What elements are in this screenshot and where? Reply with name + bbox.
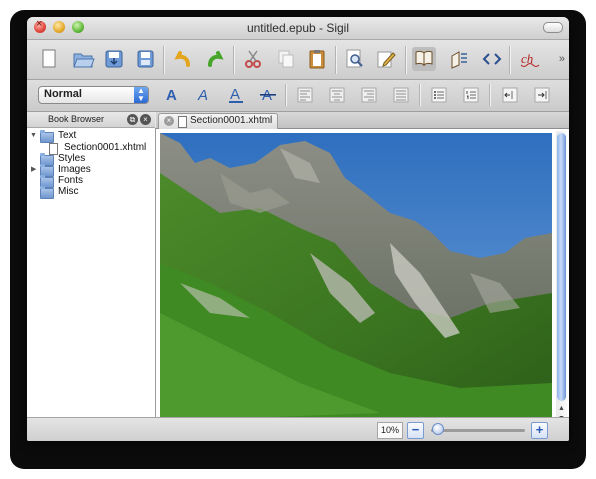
spellcheck-icon[interactable]: ch	[518, 48, 542, 70]
sigil-window: untitled.epub - Sigil	[27, 17, 569, 441]
book-icon[interactable]	[412, 47, 436, 71]
align-justify-icon[interactable]	[391, 86, 411, 104]
zoom-slider-track[interactable]	[431, 429, 525, 432]
save-as-icon[interactable]	[133, 48, 157, 70]
close-panel-icon[interactable]: ×	[140, 114, 151, 125]
disclosure-expanded-icon[interactable]: ▼	[30, 130, 37, 142]
code-brackets-icon[interactable]	[480, 48, 504, 70]
vertical-scroll-thumb[interactable]	[557, 133, 566, 401]
svg-text:A: A	[197, 87, 208, 104]
tree-item-text[interactable]: ▼ Text	[27, 130, 155, 143]
undock-icon[interactable]: ⧉	[127, 114, 138, 125]
zoom-slider-knob[interactable]	[432, 423, 445, 435]
zoom-level: 10%	[377, 422, 403, 439]
toolbar-separator	[335, 46, 336, 74]
align-left-icon[interactable]	[295, 86, 315, 104]
split-view-icon[interactable]	[447, 48, 471, 70]
toolbar-separator	[285, 84, 286, 106]
heading-style-select[interactable]: Normal ▲ ▼	[38, 86, 149, 104]
vertical-scrollbar[interactable]: ▲ ▼	[556, 131, 567, 431]
tab-section0001[interactable]: × Section0001.xhtml	[158, 113, 278, 129]
zoom-in-button[interactable]: +	[531, 422, 548, 439]
save-icon[interactable]	[102, 48, 126, 70]
scroll-up-icon[interactable]: ▲	[558, 405, 565, 412]
window-title: untitled.epub - Sigil	[246, 21, 350, 35]
xhtml-file-icon	[178, 116, 187, 128]
tree-item-misc[interactable]: Misc	[27, 186, 155, 199]
toolbar-separator	[419, 84, 420, 106]
heading-style-value: Normal	[44, 88, 82, 100]
strikethrough-icon[interactable]: A	[258, 86, 278, 104]
tree-item-label: Text	[58, 130, 77, 141]
tree-item-label: Misc	[58, 186, 79, 197]
bold-icon[interactable]: A	[162, 86, 182, 104]
redo-icon[interactable]	[203, 48, 227, 70]
decrease-indent-icon[interactable]	[500, 86, 520, 104]
new-document-icon[interactable]	[37, 48, 61, 70]
italic-icon[interactable]: A	[194, 86, 214, 104]
copy-icon[interactable]	[274, 48, 298, 70]
mountain-photo-image	[160, 133, 552, 421]
toolbar-overflow-button[interactable]: »	[559, 53, 565, 65]
title-bar[interactable]: untitled.epub - Sigil	[27, 17, 569, 40]
undo-icon[interactable]	[171, 48, 195, 70]
magnifier-icon[interactable]	[343, 48, 367, 70]
bullet-list-icon[interactable]	[429, 86, 449, 104]
toolbar-separator	[233, 46, 234, 74]
folder-icon	[40, 186, 54, 199]
align-right-icon[interactable]	[359, 86, 379, 104]
book-browser-tree: ▼ Text Section0001.xhtml Styles ▶ Images…	[27, 128, 156, 433]
close-tab-icon[interactable]: ×	[164, 116, 174, 126]
pencil-edit-icon[interactable]	[374, 48, 398, 70]
clipboard-icon[interactable]	[305, 48, 329, 70]
status-bar: 10% − +	[27, 417, 569, 441]
increase-indent-icon[interactable]	[532, 86, 552, 104]
svg-text:A: A	[166, 87, 177, 104]
scissors-icon[interactable]	[241, 48, 265, 70]
chevron-updown-icon: ▲ ▼	[134, 87, 148, 103]
main-toolbar: ch »	[27, 40, 569, 80]
numbered-list-icon[interactable]	[461, 86, 481, 104]
toolbar-separator	[509, 46, 510, 74]
tab-strip: × Section0001.xhtml	[156, 112, 569, 129]
format-toolbar: Normal ▲▼ A A A A	[27, 80, 569, 112]
book-browser-title: Book Browser	[48, 114, 105, 124]
open-folder-icon[interactable]	[71, 48, 95, 70]
toolbar-toggle-button[interactable]	[543, 22, 563, 33]
underline-icon[interactable]: A	[226, 86, 246, 104]
book-view-editor[interactable]: ▲ ▼ ◀ ▶	[156, 129, 569, 433]
align-center-icon[interactable]	[327, 86, 347, 104]
tab-label: Section0001.xhtml	[190, 115, 273, 126]
svg-text:A: A	[230, 86, 240, 103]
zoom-out-button[interactable]: −	[407, 422, 424, 439]
toolbar-separator	[489, 84, 490, 106]
toolbar-separator	[163, 46, 164, 74]
book-browser-header: Book Browser ⧉ ×	[27, 112, 155, 128]
toolbar-separator	[405, 46, 406, 74]
